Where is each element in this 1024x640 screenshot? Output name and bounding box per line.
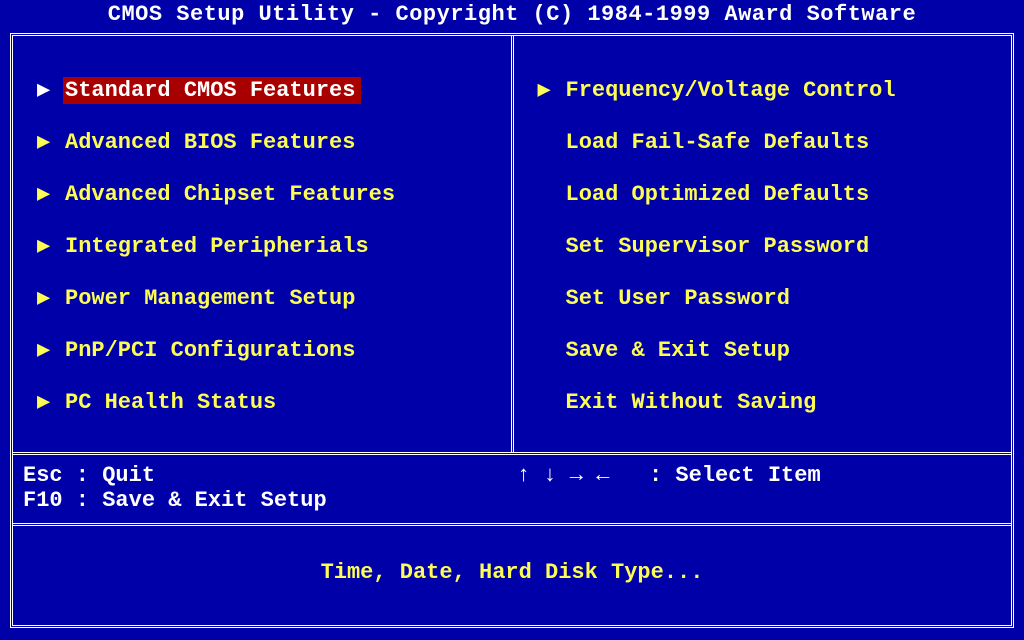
menu-set-supervisor-password[interactable]: ▶ Set Supervisor Password	[534, 220, 1000, 272]
menu-advanced-chipset-features[interactable]: ▶ Advanced Chipset Features	[33, 168, 499, 220]
menu-label: Integrated Peripherials	[65, 234, 369, 259]
menu-load-optimized-defaults[interactable]: ▶ Load Optimized Defaults	[534, 168, 1000, 220]
menu-label: Frequency/Voltage Control	[566, 78, 896, 103]
submenu-arrow-icon: ▶	[37, 77, 63, 103]
menu-area: ▶ Standard CMOS Features ▶ Advanced BIOS…	[13, 36, 1011, 455]
menu-load-fail-safe-defaults[interactable]: ▶ Load Fail-Safe Defaults	[534, 116, 1000, 168]
menu-save-exit-setup[interactable]: ▶ Save & Exit Setup	[534, 324, 1000, 376]
selection-description: Time, Date, Hard Disk Type...	[321, 560, 704, 585]
app-title: CMOS Setup Utility - Copyright (C) 1984-…	[108, 2, 916, 27]
menu-label: Advanced BIOS Features	[65, 130, 355, 155]
menu-label: Advanced Chipset Features	[65, 182, 395, 207]
menu-label: Load Fail-Safe Defaults	[566, 130, 870, 155]
submenu-arrow-icon: ▶	[37, 129, 63, 155]
menu-label: PnP/PCI Configurations	[65, 338, 355, 363]
menu-label: Set Supervisor Password	[566, 234, 870, 259]
submenu-arrow-icon: ▶	[37, 285, 63, 311]
key-hints-row: Esc : Quit F10 : Save & Exit Setup ↑ ↓ →…	[13, 455, 1011, 526]
key-hints-left: Esc : Quit F10 : Save & Exit Setup	[23, 463, 507, 513]
menu-label: Save & Exit Setup	[566, 338, 790, 363]
submenu-arrow-icon: ▶	[37, 233, 63, 259]
hint-f10-save-exit: F10 : Save & Exit Setup	[23, 488, 507, 513]
menu-pnp-pci-configurations[interactable]: ▶ PnP/PCI Configurations	[33, 324, 499, 376]
menu-integrated-peripherals[interactable]: ▶ Integrated Peripherials	[33, 220, 499, 272]
menu-set-user-password[interactable]: ▶ Set User Password	[534, 272, 1000, 324]
menu-power-management-setup[interactable]: ▶ Power Management Setup	[33, 272, 499, 324]
menu-label: Power Management Setup	[65, 286, 355, 311]
menu-pc-health-status[interactable]: ▶ PC Health Status	[33, 376, 499, 428]
submenu-arrow-icon: ▶	[538, 77, 564, 103]
description-row: Time, Date, Hard Disk Type...	[13, 526, 1011, 625]
menu-label: Set User Password	[566, 286, 790, 311]
menu-advanced-bios-features[interactable]: ▶ Advanced BIOS Features	[33, 116, 499, 168]
hint-esc-quit: Esc : Quit	[23, 463, 507, 488]
submenu-arrow-icon: ▶	[37, 389, 63, 415]
menu-exit-without-saving[interactable]: ▶ Exit Without Saving	[534, 376, 1000, 428]
submenu-arrow-icon: ▶	[37, 181, 63, 207]
menu-label: Exit Without Saving	[566, 390, 817, 415]
menu-label: Standard CMOS Features	[65, 78, 355, 103]
hint-arrows-select-item: ↑ ↓ → ← : Select Item	[517, 463, 1001, 488]
menu-frequency-voltage-control[interactable]: ▶ Frequency/Voltage Control	[534, 64, 1000, 116]
menu-column-left: ▶ Standard CMOS Features ▶ Advanced BIOS…	[13, 36, 514, 452]
submenu-arrow-icon: ▶	[37, 337, 63, 363]
menu-label: Load Optimized Defaults	[566, 182, 870, 207]
title-bar: CMOS Setup Utility - Copyright (C) 1984-…	[0, 0, 1024, 33]
menu-standard-cmos-features[interactable]: ▶ Standard CMOS Features	[33, 64, 499, 116]
main-frame: ▶ Standard CMOS Features ▶ Advanced BIOS…	[10, 33, 1014, 628]
menu-label: PC Health Status	[65, 390, 276, 415]
key-hints-right: ↑ ↓ → ← : Select Item	[507, 463, 1001, 513]
menu-column-right: ▶ Frequency/Voltage Control ▶ Load Fail-…	[514, 36, 1012, 452]
